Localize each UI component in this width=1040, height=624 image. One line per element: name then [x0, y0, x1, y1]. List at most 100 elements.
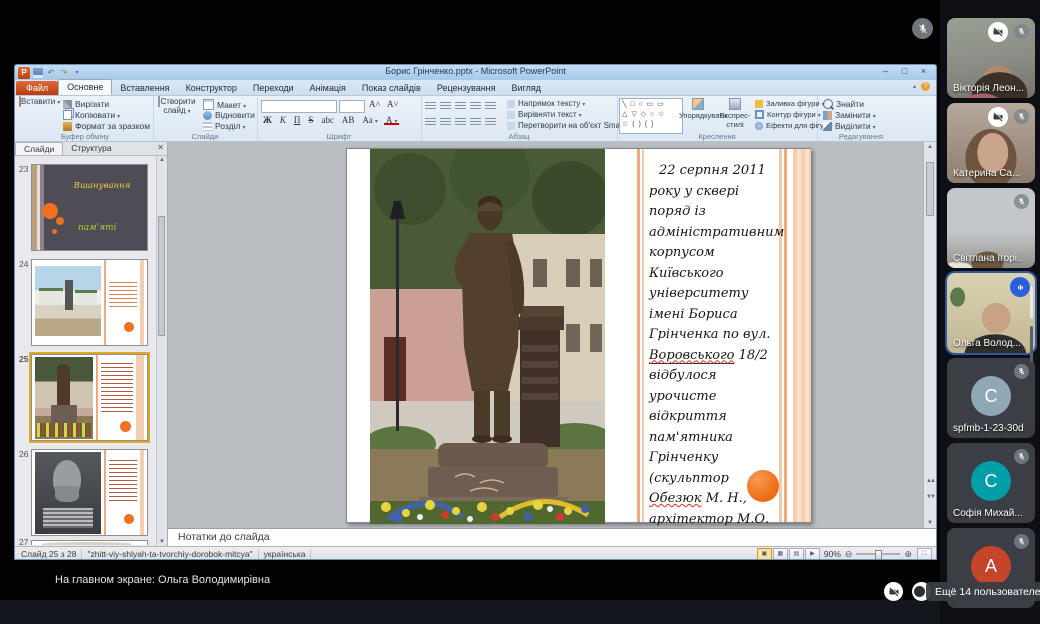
slide-thumbnail-24[interactable] [31, 259, 148, 346]
tab-home[interactable]: Основне [58, 79, 112, 95]
slideshow-button[interactable]: ▶ [805, 548, 820, 561]
align-center-icon[interactable] [440, 118, 451, 127]
fit-to-window-button[interactable]: ⛶ [917, 548, 932, 561]
align-right-icon[interactable] [455, 118, 466, 127]
slide-thumbnail-27[interactable] [31, 540, 148, 545]
shrink-font-button[interactable]: А˅ [385, 99, 401, 109]
zoom-out-icon[interactable]: ⊖ [845, 549, 853, 560]
help-icon[interactable]: ? [921, 82, 930, 91]
find-button[interactable]: Знайти [823, 99, 864, 109]
replace-button[interactable]: Замінити [823, 110, 876, 120]
maximize-button[interactable]: □ [896, 66, 913, 77]
scroll-thumb[interactable] [158, 216, 165, 336]
group-label: Шрифт [257, 132, 421, 141]
italic-button[interactable]: К [278, 115, 288, 125]
numbering-icon[interactable] [440, 102, 451, 111]
cut-button[interactable]: Вирізати [63, 99, 109, 109]
increase-indent-icon[interactable] [470, 102, 481, 111]
participant-tile[interactable]: Катерина Са... [947, 103, 1035, 183]
editor-scrollbar[interactable]: ▲ ▲▲ ▼▼ ▼ [923, 142, 936, 528]
zoom-in-icon[interactable]: ⊕ [904, 549, 912, 560]
normal-view-button[interactable]: ▣ [757, 548, 772, 561]
shape-fill-button[interactable]: Заливка фігури [755, 99, 825, 108]
next-slide-icon[interactable]: ▼▼ [924, 494, 936, 500]
camera-off-button[interactable] [884, 582, 903, 601]
notes-area[interactable]: Нотатки до слайда [168, 528, 936, 546]
ribbon-aux-controls: ▴ ? [913, 82, 930, 91]
font-name-combo[interactable] [261, 100, 337, 113]
align-text-button[interactable]: Вирівняти текст [507, 110, 582, 119]
reset-icon [203, 111, 212, 120]
zoom-slider[interactable] [856, 553, 900, 555]
scroll-down-icon[interactable]: ▼ [924, 520, 936, 526]
underline-button[interactable]: П [292, 115, 303, 125]
tab-view[interactable]: Вигляд [504, 81, 550, 95]
layout-button[interactable]: Макет [203, 99, 246, 110]
quick-styles-button[interactable]: Експрес-стилі [717, 98, 753, 129]
select-button[interactable]: Виділити [823, 121, 876, 131]
panel-scrollbar-segment[interactable] [1030, 396, 1033, 416]
close-button[interactable]: × [915, 66, 932, 77]
tab-insert[interactable]: Вставлення [112, 81, 177, 95]
reading-view-button[interactable]: ▤ [789, 548, 804, 561]
current-slide[interactable]: 22 серпня 2011 року у сквері поряд із ад… [346, 148, 811, 523]
panel-scrollbar-segment[interactable] [1030, 326, 1033, 362]
participant-tile[interactable]: C spfmb-1-23-30d [947, 358, 1035, 438]
slide-thumbnail-26[interactable] [31, 449, 148, 536]
font-size-combo[interactable] [339, 100, 365, 113]
scroll-up-icon[interactable]: ▲ [924, 144, 936, 150]
font-color-button[interactable]: А [384, 115, 400, 125]
tab-animations[interactable]: Анімація [302, 81, 354, 95]
grow-font-button[interactable]: А˄ [367, 99, 383, 109]
arrange-button[interactable]: Упорядкувати [679, 98, 717, 121]
tab-design[interactable]: Конструктор [178, 81, 245, 95]
section-icon [203, 122, 212, 131]
participant-tile[interactable]: Вікторія Леон... [947, 18, 1035, 98]
change-case-button[interactable]: Аа [360, 115, 379, 125]
bold-button[interactable]: Ж [261, 115, 274, 125]
justify-icon[interactable] [470, 118, 481, 127]
new-slide-button[interactable]: Створити слайд [155, 98, 199, 116]
title-bar[interactable]: P ↶ ↷ ▾ Борис Грінченко.pptx - Microsoft… [15, 65, 936, 80]
align-left-icon[interactable] [425, 118, 436, 127]
decrease-indent-icon[interactable] [455, 102, 466, 111]
char-spacing-button[interactable]: АВ [340, 115, 357, 125]
shape-outline-button[interactable]: Контур фігури [755, 110, 821, 119]
slide-thumbnail-23[interactable]: Вшанування пам'яті [31, 164, 148, 251]
shadow-button[interactable]: abc [319, 115, 336, 125]
scroll-down-icon[interactable]: ▼ [157, 539, 167, 545]
bullets-icon[interactable] [425, 102, 436, 111]
slide-sorter-button[interactable]: ▦ [773, 548, 788, 561]
strikethrough-button[interactable]: S [306, 115, 315, 125]
scroll-up-icon[interactable]: ▲ [157, 157, 167, 163]
tab-slides-thumbnails[interactable]: Слайди [15, 142, 63, 155]
participant-tile[interactable]: Світлана Ігорі.. [947, 188, 1035, 268]
text-direction-button[interactable]: Напрямок тексту [507, 99, 585, 108]
section-button[interactable]: Розділ [203, 121, 245, 131]
paste-button[interactable]: Вставити [19, 98, 59, 107]
columns-icon[interactable] [485, 118, 496, 127]
minimize-button[interactable]: – [877, 66, 894, 77]
collapse-ribbon-icon[interactable]: ▴ [913, 83, 916, 90]
shapes-gallery[interactable]: ╲ □ ○ ▭ ▭ △ ▽ ◇ ○ ☆ ☆ ( ) { } [619, 98, 683, 134]
shapes-row: ╲ □ ○ ▭ ▭ [622, 100, 680, 110]
tab-slideshow[interactable]: Показ слайдів [354, 81, 429, 95]
pane-scrollbar[interactable]: ▲ ▼ [156, 156, 167, 546]
line-spacing-icon[interactable] [485, 102, 496, 111]
language-indicator[interactable]: українська [264, 549, 306, 559]
format-painter-button[interactable]: Формат за зразком [63, 121, 150, 131]
reset-button[interactable]: Відновити [203, 110, 255, 120]
participant-tile-active-speaker[interactable]: Ольга Волод... [947, 273, 1035, 353]
tab-transitions[interactable]: Переходи [245, 81, 302, 95]
panel-scrollbar-segment[interactable] [1030, 286, 1033, 318]
zoom-slider-thumb[interactable] [875, 550, 882, 560]
tab-review[interactable]: Рецензування [429, 81, 504, 95]
previous-slide-icon[interactable]: ▲▲ [924, 478, 936, 484]
copy-button[interactable]: Копіювати [63, 110, 120, 120]
slide-thumbnail-25-selected[interactable] [31, 354, 148, 441]
pane-close-icon[interactable]: ✕ [157, 143, 164, 152]
scroll-thumb[interactable] [926, 162, 934, 216]
participant-tile[interactable]: C Софія Михай... [947, 443, 1035, 523]
tab-outline[interactable]: Структура [63, 142, 119, 155]
tab-file[interactable]: Файл [16, 81, 58, 95]
